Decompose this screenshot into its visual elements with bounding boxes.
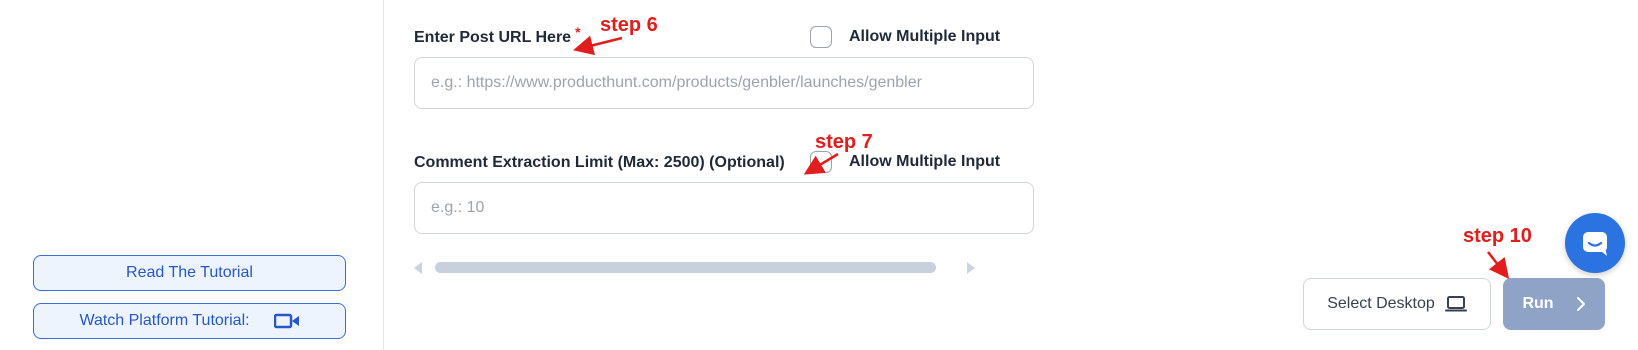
allow-multiple-label: Allow Multiple Input bbox=[849, 28, 1001, 45]
read-tutorial-label: Read The Tutorial bbox=[126, 264, 253, 281]
step7-annotation: step 7 bbox=[815, 131, 873, 153]
video-camera-icon bbox=[273, 313, 300, 329]
chat-bubble-icon bbox=[1583, 232, 1607, 256]
comment-limit-input[interactable] bbox=[414, 182, 1034, 234]
laptop-icon bbox=[1444, 296, 1467, 312]
required-marker: * bbox=[575, 24, 581, 40]
allow-multiple-checkbox[interactable] bbox=[810, 151, 832, 173]
allow-multiple-comment-limit[interactable]: Allow Multiple Input bbox=[810, 151, 1000, 173]
run-button[interactable]: Run bbox=[1503, 278, 1605, 330]
post-url-label: Enter Post URL Here * bbox=[414, 24, 581, 47]
chevron-right-icon bbox=[1576, 297, 1585, 311]
form-scroll-area: Enter Post URL Here * Allow Multiple Inpu… bbox=[384, 0, 1374, 350]
select-desktop-button[interactable]: Select Desktop bbox=[1303, 278, 1491, 330]
sidebar: Read The Tutorial Watch Platform Tutoria… bbox=[0, 0, 384, 350]
allow-multiple-post-url[interactable]: Allow Multiple Input bbox=[810, 26, 1000, 48]
post-url-label-text: Enter Post URL Here bbox=[414, 29, 572, 46]
run-label: Run bbox=[1522, 295, 1554, 312]
select-desktop-label: Select Desktop bbox=[1327, 295, 1435, 312]
read-tutorial-button[interactable]: Read The Tutorial bbox=[33, 255, 346, 291]
post-url-input[interactable] bbox=[414, 57, 1034, 109]
comment-limit-label: Comment Extraction Limit (Max: 2500) (Op… bbox=[414, 154, 785, 172]
scroll-left-arrow-icon[interactable] bbox=[414, 262, 422, 274]
horizontal-scrollbar[interactable] bbox=[414, 260, 975, 276]
scrollbar-thumb[interactable] bbox=[435, 262, 936, 273]
comment-limit-label-text: Comment Extraction Limit (Max: 2500) (Op… bbox=[414, 154, 785, 171]
allow-multiple-label: Allow Multiple Input bbox=[849, 153, 1001, 170]
chat-support-button[interactable] bbox=[1565, 213, 1625, 273]
watch-tutorial-button[interactable]: Watch Platform Tutorial: bbox=[33, 303, 346, 339]
step10-annotation: step 10 bbox=[1463, 225, 1532, 247]
scroll-right-arrow-icon[interactable] bbox=[967, 262, 975, 274]
step6-annotation: step 6 bbox=[600, 14, 658, 36]
allow-multiple-checkbox[interactable] bbox=[810, 26, 832, 48]
watch-tutorial-label: Watch Platform Tutorial: bbox=[79, 312, 250, 329]
